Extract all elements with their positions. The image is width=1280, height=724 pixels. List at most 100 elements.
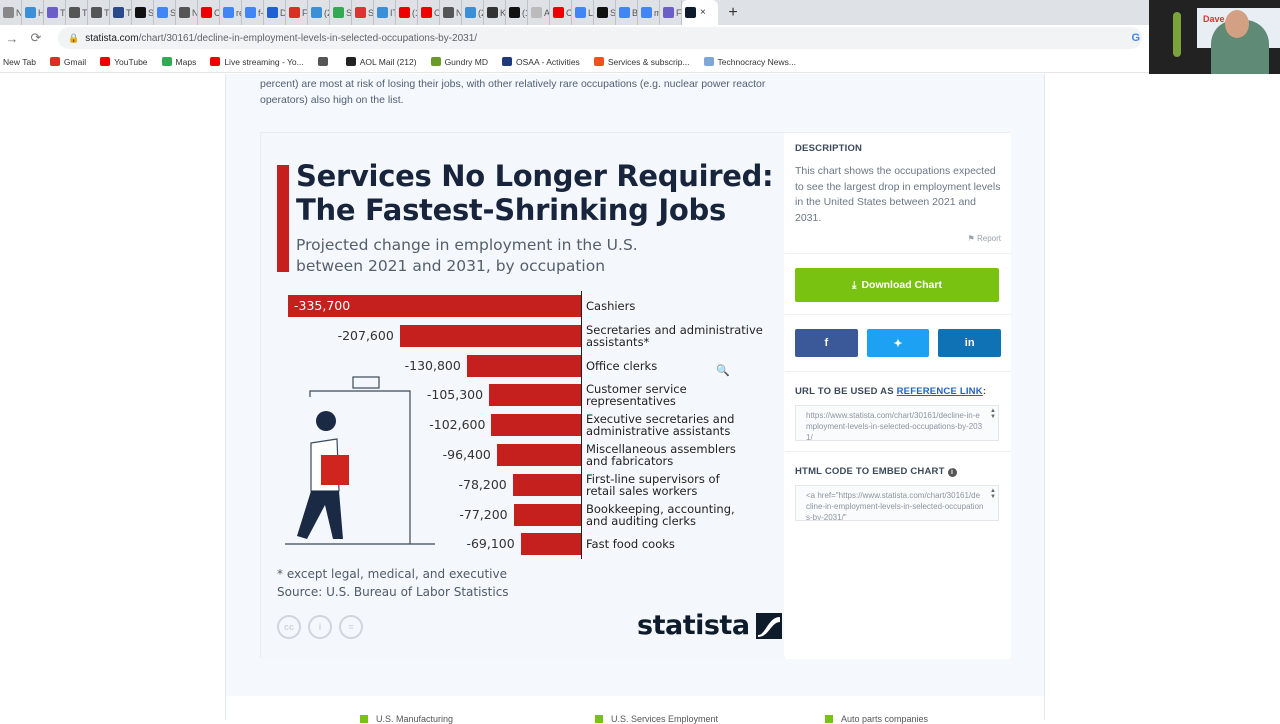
infographic[interactable]: Services No Longer Required: The Fastest… (261, 133, 784, 659)
browser-tab[interactable]: f- (242, 0, 264, 25)
browser-tab[interactable]: (1 (396, 0, 418, 25)
browser-tab-strip: NeHeThThThThStSTNeCrref-DiFi(2StSeIT(1Cl… (0, 0, 1150, 25)
chart-bar[interactable] (496, 444, 581, 466)
bookmark-item[interactable]: Gundry MD (430, 57, 488, 67)
browser-tab[interactable]: Se (352, 0, 374, 25)
browser-tab[interactable]: St (330, 0, 352, 25)
browser-tab[interactable]: Ar (528, 0, 550, 25)
browser-tab[interactable]: St (594, 0, 616, 25)
browser-tab[interactable]: He (22, 0, 44, 25)
browser-tab[interactable]: St (132, 0, 154, 25)
bookmark-item[interactable]: OSAA - Activities (502, 57, 580, 67)
no-derivatives-icon[interactable]: = (339, 615, 363, 639)
textarea-scroll-arrows[interactable]: ▲ ▼ (990, 488, 996, 500)
browser-tab[interactable]: Li (572, 0, 594, 25)
chart-bar[interactable] (489, 384, 581, 407)
q-icon (597, 7, 608, 18)
statista-logo[interactable]: statista (637, 610, 782, 641)
bookmark-label: Gmail (63, 56, 87, 67)
chart-bar[interactable] (399, 324, 581, 347)
chart-bar[interactable] (513, 503, 581, 526)
tile-icon (47, 7, 58, 18)
share-section: f ✦ in (785, 315, 1011, 372)
browser-tab[interactable]: Th (66, 0, 88, 25)
reference-link[interactable]: REFERENCE LINK (897, 386, 983, 397)
bookmark-item[interactable]: Technocracy News... (703, 57, 796, 67)
twitter-share-button[interactable]: ✦ (866, 329, 930, 357)
google-icon (245, 7, 256, 18)
bookmark-item[interactable]: AOL Mail (212) (345, 57, 417, 67)
chart-bar[interactable] (491, 414, 581, 437)
browser-tab[interactable]: Fi (286, 0, 308, 25)
youtube-icon (210, 57, 221, 66)
zoom-cursor-icon: 🔍 (716, 365, 730, 377)
category-label: Bookkeeping, accounting, and auditing cle… (586, 501, 735, 528)
leaf-icon (430, 57, 441, 66)
chart-bar[interactable] (512, 473, 581, 496)
bookmark-item[interactable]: Services & subscrip... (593, 57, 690, 67)
bookmark-item[interactable]: Maps (161, 57, 196, 67)
chart-bar[interactable] (520, 533, 581, 556)
browser-tab[interactable]: re (220, 0, 242, 25)
related-statistic-link[interactable]: U.S. Services Employment (595, 714, 718, 724)
browser-tab[interactable]: Cr (198, 0, 220, 25)
browser-tab[interactable]: Ne (440, 0, 462, 25)
browser-tab[interactable]: Fr (660, 0, 682, 25)
bookmark-item[interactable]: New Tab (3, 57, 36, 67)
report-link[interactable]: ⚑ Report (795, 234, 1001, 243)
browser-tab[interactable]: Ne (176, 0, 198, 25)
facebook-share-button[interactable]: f (795, 329, 858, 357)
bookmark-item[interactable]: Live streaming - Yo... (210, 57, 304, 67)
youtube-icon (421, 7, 432, 18)
browser-tab[interactable]: (2 (462, 0, 484, 25)
browser-tab[interactable]: Di (264, 0, 286, 25)
browser-tab[interactable]: m (638, 0, 660, 25)
chart-footnote: * except legal, medical, and executive S… (277, 565, 509, 601)
browser-tab[interactable]: (2 (308, 0, 330, 25)
bookmark-label: OSAA - Activities (516, 56, 580, 67)
browser-tab[interactable]: Cl (418, 0, 440, 25)
close-tab-icon[interactable]: × (700, 7, 706, 18)
reference-url-textarea[interactable]: https://www.statista.com/chart/30161/dec… (795, 405, 999, 441)
home-icon (465, 7, 476, 18)
browser-tab[interactable]: Ne (0, 0, 22, 25)
browser-tab[interactable]: Th (44, 0, 66, 25)
browser-tab[interactable]: Bk (616, 0, 638, 25)
bookmark-item[interactable] (317, 57, 332, 66)
bookmark-item[interactable]: Gmail (49, 56, 87, 67)
browser-tab[interactable]: Th (88, 0, 110, 25)
reload-button[interactable]: ⟳ (24, 30, 48, 46)
browser-tab[interactable]: Th (110, 0, 132, 25)
related-statistic-link[interactable]: Auto parts companies (825, 714, 928, 724)
linkedin-share-button[interactable]: in (938, 329, 1002, 357)
browser-tab[interactable]: ST (154, 0, 176, 25)
cactus-image (1173, 12, 1181, 57)
textarea-scroll-arrows[interactable]: ▲ ▼ (990, 408, 996, 420)
flag-icon: ⚑ (967, 234, 977, 243)
browser-tab[interactable]: Kl (484, 0, 506, 25)
related-statistics-row: U.S. Manufacturing U.S. Services Employme… (225, 696, 1045, 724)
download-chart-button[interactable]: ⤓ Download Chart (795, 268, 999, 302)
chart-bar[interactable] (466, 354, 581, 377)
lock-icon: 🔒 (68, 32, 80, 43)
creative-commons-icon[interactable]: cc (277, 615, 301, 639)
browser-tab[interactable]: (1 (506, 0, 528, 25)
active-tab[interactable]: × (682, 0, 718, 25)
new-tab-button[interactable]: + (718, 4, 748, 22)
related-statistic-link[interactable]: U.S. Manufacturing (360, 714, 453, 724)
bar-value-label: -102,600 (429, 417, 486, 433)
forward-button[interactable]: → (0, 31, 24, 46)
browser-tab[interactable]: IT (374, 0, 396, 25)
browser-tab[interactable]: Cl (550, 0, 572, 25)
bookmark-item[interactable]: YouTube (100, 57, 148, 67)
google-icon (223, 7, 234, 18)
article-intro-text: percent) are most at risk of losing thei… (260, 78, 766, 106)
bar-value-label: -78,200 (458, 476, 507, 492)
info-icon[interactable]: i (947, 468, 957, 477)
chart-title: Services No Longer Required: The Fastest… (296, 159, 774, 227)
url-input[interactable]: 🔒 statista.com/chart/30161/decline-in-em… (58, 27, 1142, 49)
embed-code-textarea[interactable]: <a href="https://www.statista.com/chart/… (795, 485, 999, 521)
shield-icon (267, 7, 278, 18)
attribution-icon[interactable]: i (308, 615, 332, 639)
google-icon[interactable]: G (1131, 32, 1140, 44)
